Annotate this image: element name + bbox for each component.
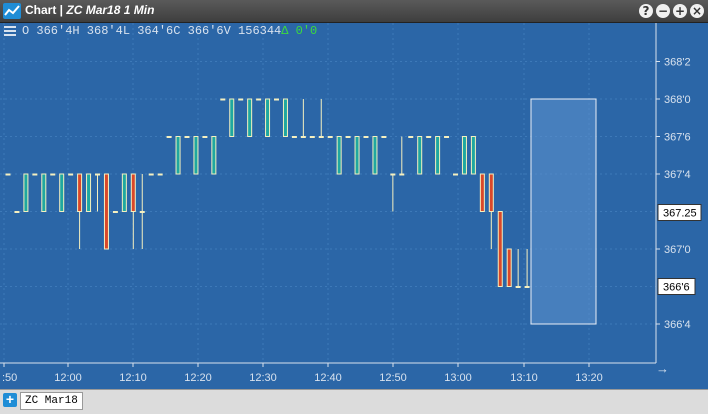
time-tick-label: 13:10 (510, 372, 538, 384)
hamburger-menu-icon[interactable] (4, 26, 16, 36)
price-bar-up[interactable] (282, 98, 288, 137)
price-bar-up[interactable] (435, 136, 441, 175)
price-bar-up[interactable] (390, 173, 396, 176)
line-chart-icon (4, 5, 20, 16)
title-symbol: ZC Mar18 1 Min (66, 3, 155, 17)
quote-text: O 366'4H 368'4L 364'6C 366'6V 156344Δ 0'… (22, 24, 317, 38)
close-icon[interactable]: × (690, 4, 704, 18)
price-bar-up[interactable] (300, 136, 306, 138)
price-bar-up[interactable] (417, 136, 423, 175)
price-bar-up[interactable] (274, 98, 279, 101)
price-chart[interactable]: 368'2 368'0 367'6 367'4 367'0 366'4 367.25 366'… (0, 23, 708, 389)
price-bar-up[interactable] (408, 136, 414, 138)
price-bar-up[interactable] (354, 136, 360, 175)
price-tick-label: 367'4 (664, 169, 691, 181)
add-tab-button[interactable]: + (3, 392, 17, 407)
price-bar-down[interactable] (103, 173, 109, 250)
chart-area[interactable]: O 366'4H 368'4L 364'6C 366'6V 156344Δ 0'… (0, 23, 708, 389)
price-tick-label: 366'4 (664, 319, 691, 331)
price-bar-down[interactable] (497, 211, 503, 287)
add-icon[interactable]: + (673, 4, 687, 18)
price-bar-up[interactable] (515, 286, 521, 288)
price-bar-up[interactable] (166, 136, 172, 138)
time-tick-label: 12:00 (54, 372, 82, 384)
price-bar-up[interactable] (229, 98, 235, 137)
price-bar-up[interactable] (41, 173, 47, 212)
price-tick-label: 368'0 (664, 94, 691, 106)
price-change: Δ 0'0 (281, 24, 318, 38)
price-bar-up[interactable] (121, 173, 127, 212)
price-tick-label: 367'0 (664, 244, 691, 256)
price-bar-up[interactable] (381, 136, 387, 138)
time-tick-label: 13:20 (575, 372, 603, 384)
ohlc-values: O 366'4H 368'4L 364'6C 366'6V 156344 (22, 24, 282, 38)
price-bar-up[interactable] (291, 136, 297, 138)
price-bar-up[interactable] (327, 136, 333, 138)
price-bar-up[interactable] (32, 173, 38, 176)
price-bar-down[interactable] (130, 173, 136, 212)
price-bar-down[interactable] (77, 173, 83, 212)
price-bar-up[interactable] (193, 136, 199, 175)
title-prefix: Chart | (25, 3, 67, 17)
time-tick-label: 12:50 (379, 372, 407, 384)
price-bar-up[interactable] (256, 98, 262, 101)
price-bar-up[interactable] (14, 211, 20, 213)
time-tick-label: 13:00 (444, 372, 472, 384)
price-bar-up[interactable] (175, 136, 181, 175)
time-tick-label: :50 (2, 372, 17, 384)
price-bar-up[interactable] (5, 173, 11, 176)
time-tick-label: 12:20 (184, 372, 212, 384)
time-tick-label: 12:40 (314, 372, 342, 384)
price-bar-up[interactable] (238, 98, 244, 101)
price-bar-up[interactable] (336, 136, 342, 175)
window-title: Chart | ZC Mar18 1 Min (25, 3, 154, 17)
price-bar-up[interactable] (318, 136, 324, 138)
window-titlebar: Chart | ZC Mar18 1 Min ? − + × (0, 0, 708, 23)
price-bar-up[interactable] (265, 98, 271, 137)
price-bar-up[interactable] (95, 173, 100, 176)
time-tick-label: 12:10 (119, 372, 147, 384)
price-bar-up[interactable] (426, 136, 432, 138)
price-bar-down[interactable] (488, 173, 494, 212)
price-bar-up[interactable] (59, 173, 65, 212)
price-bar-up[interactable] (444, 136, 450, 138)
price-bar-up[interactable] (202, 136, 208, 138)
current-price-label: 367.25 (663, 208, 697, 220)
price-bar-up[interactable] (211, 136, 217, 175)
minimize-icon[interactable]: − (656, 4, 670, 18)
price-bar-up[interactable] (247, 98, 253, 137)
last-price-label: 366'6 (663, 282, 690, 294)
scroll-right-arrow-icon[interactable]: → (656, 361, 669, 376)
price-bar-up[interactable] (157, 173, 163, 176)
time-tick-label: 12:30 (249, 372, 277, 384)
price-bar-up[interactable] (309, 136, 315, 138)
price-bar-up[interactable] (453, 173, 458, 176)
price-bar-up[interactable] (184, 136, 190, 138)
price-bar-up[interactable] (50, 173, 56, 176)
price-bar-up[interactable] (220, 98, 226, 101)
bottom-tab-bar: + ZC Mar18 (0, 389, 708, 414)
price-bar-up[interactable] (139, 211, 145, 213)
price-bar-up[interactable] (470, 136, 476, 175)
price-bar-down[interactable] (479, 173, 485, 212)
price-bar-up[interactable] (148, 173, 154, 176)
price-bar-up[interactable] (345, 136, 351, 138)
price-bar-up[interactable] (461, 136, 467, 175)
price-bar-down[interactable] (506, 248, 512, 287)
price-bar-up[interactable] (372, 136, 378, 175)
chart-app-icon (3, 3, 21, 19)
price-tick-label: 367'6 (664, 132, 691, 144)
price-tick-label: 368'2 (664, 57, 691, 69)
tab-zc-mar18[interactable]: ZC Mar18 (20, 392, 83, 410)
help-icon[interactable]: ? (639, 4, 653, 18)
price-bar-up[interactable] (68, 173, 74, 176)
price-bar-up[interactable] (399, 173, 405, 176)
price-bar-up[interactable] (86, 173, 92, 212)
price-bar-up[interactable] (363, 136, 369, 138)
price-bar-up[interactable] (23, 173, 29, 212)
price-bar-up[interactable] (524, 286, 530, 288)
selection-box[interactable] (530, 98, 597, 325)
price-bar-up[interactable] (112, 211, 118, 213)
